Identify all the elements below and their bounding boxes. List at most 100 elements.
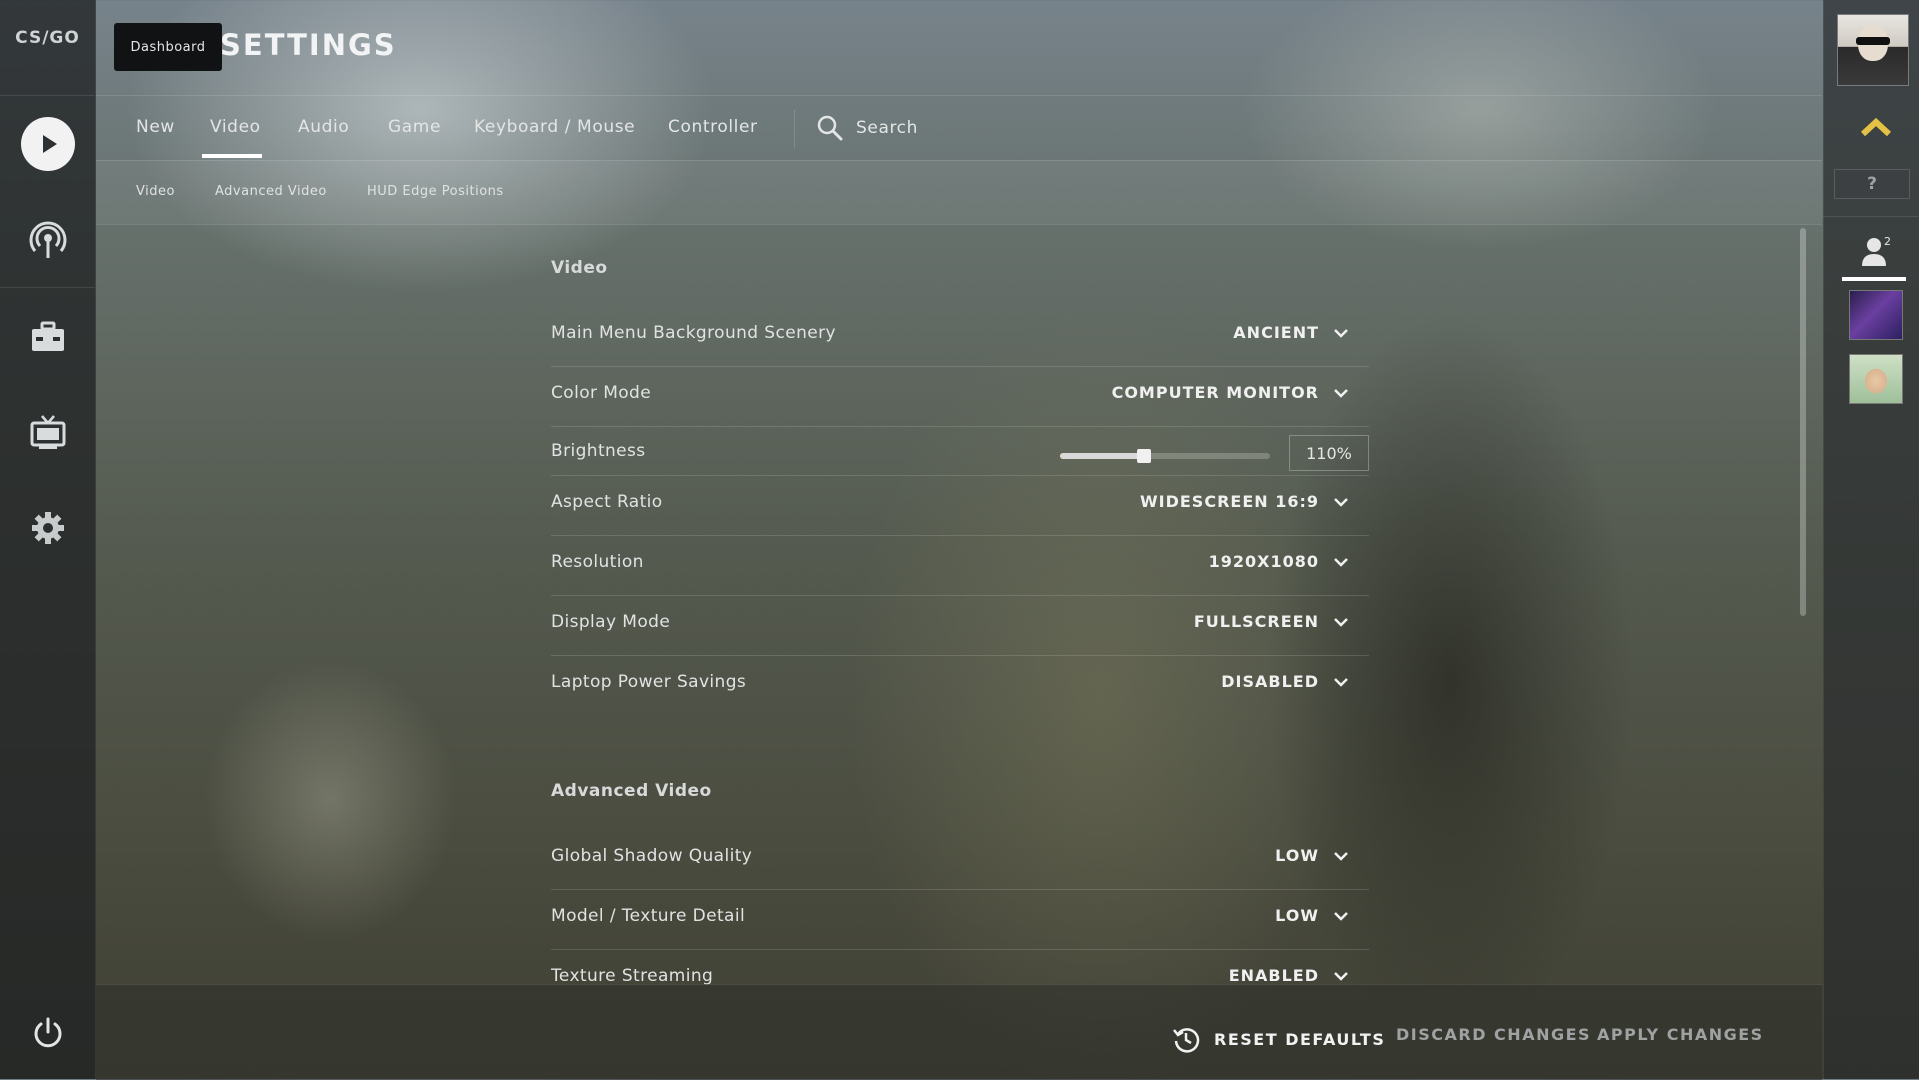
- help-button[interactable]: ?: [1834, 169, 1910, 199]
- setting-dropdown[interactable]: FULLSCREEN: [1194, 612, 1349, 631]
- tab-video[interactable]: Video: [210, 117, 261, 137]
- discard-changes-button[interactable]: DISCARD CHANGES: [1396, 1025, 1591, 1044]
- reset-defaults-button[interactable]: RESET DEFAULTS: [1172, 1025, 1385, 1053]
- active-tab-indicator: [202, 154, 262, 158]
- discard-changes-label: DISCARD CHANGES: [1396, 1025, 1592, 1044]
- gear-icon: [31, 512, 64, 544]
- subtab-bar: [96, 160, 1822, 224]
- setting-label: Color Mode: [551, 383, 652, 403]
- setting-dropdown[interactable]: ENABLED: [1229, 966, 1349, 985]
- brightness-slider[interactable]: [1060, 449, 1270, 463]
- setting-dropdown[interactable]: LOW: [1275, 846, 1349, 865]
- power-icon: [34, 1017, 61, 1048]
- csgo-logo[interactable]: CS/GO: [0, 28, 95, 48]
- dropdown-value: 1920X1080: [1208, 552, 1319, 571]
- setting-label: Global Shadow Quality: [551, 846, 753, 866]
- setting-row: Model / Texture Detail LOW: [551, 890, 1369, 950]
- dropdown-value: WIDESCREEN 16:9: [1139, 492, 1319, 511]
- search-icon: [817, 115, 843, 141]
- chevron-down-icon: [1334, 971, 1348, 981]
- tab-controller[interactable]: Controller: [668, 117, 758, 137]
- subtab-advanced-video[interactable]: Advanced Video: [215, 184, 327, 199]
- setting-row: Brightness 110%: [551, 427, 1369, 476]
- section-title-video: Video: [551, 258, 608, 278]
- page-title: SETTINGS: [220, 28, 397, 62]
- settings-button[interactable]: [0, 493, 95, 563]
- setting-dropdown[interactable]: LOW: [1275, 906, 1349, 925]
- subtab-divider-top: [96, 160, 1822, 161]
- rail-divider: [0, 287, 95, 288]
- subtab-hud-edge-positions[interactable]: HUD Edge Positions: [367, 184, 504, 199]
- inventory-button[interactable]: [0, 302, 95, 372]
- dropdown-value: ENABLED: [1228, 966, 1319, 985]
- search-label: Search: [856, 118, 919, 138]
- setting-label: Brightness: [551, 441, 646, 461]
- setting-label: Aspect Ratio: [551, 492, 663, 512]
- friend-avatar[interactable]: [1849, 354, 1903, 404]
- chevron-up-icon: [1860, 117, 1892, 137]
- tab-keyboard-mouse[interactable]: Keyboard / Mouse: [474, 117, 635, 137]
- friend-count: 2: [1884, 235, 1891, 248]
- chevron-down-icon: [1334, 497, 1348, 507]
- setting-row: Resolution 1920X1080: [551, 536, 1369, 596]
- tv-icon: [30, 415, 65, 449]
- setting-row: Laptop Power Savings DISABLED: [551, 656, 1369, 715]
- chevron-down-icon: [1334, 328, 1348, 338]
- tab-separator: [794, 110, 795, 148]
- setting-dropdown[interactable]: COMPUTER MONITOR: [1112, 383, 1349, 402]
- content-scrollbar[interactable]: [1800, 228, 1806, 616]
- dropdown-value: LOW: [1275, 906, 1319, 925]
- setting-row: Global Shadow Quality LOW: [551, 830, 1369, 890]
- apply-changes-label: APPLY CHANGES: [1597, 1025, 1764, 1044]
- chevron-down-icon: [1334, 851, 1348, 861]
- play-button[interactable]: [0, 109, 95, 179]
- setting-dropdown[interactable]: DISABLED: [1221, 672, 1349, 691]
- dropdown-value: COMPUTER MONITOR: [1111, 383, 1319, 402]
- chevron-down-icon: [1334, 911, 1348, 921]
- power-button[interactable]: [0, 998, 95, 1068]
- friends-tab-indicator: [1842, 277, 1906, 281]
- setting-row: Aspect Ratio WIDESCREEN 16:9: [551, 476, 1369, 536]
- slider-thumb[interactable]: [1137, 449, 1151, 463]
- antenna-icon: [29, 221, 66, 258]
- setting-dropdown[interactable]: WIDESCREEN 16:9: [1140, 492, 1349, 511]
- dropdown-value: DISABLED: [1221, 672, 1319, 691]
- dashboard-tooltip: Dashboard: [114, 23, 222, 71]
- search-button[interactable]: Search: [816, 114, 918, 142]
- setting-label: Display Mode: [551, 612, 671, 632]
- apply-changes-button[interactable]: APPLY CHANGES: [1597, 1025, 1764, 1044]
- history-icon: [1173, 1028, 1200, 1053]
- right-rail-divider: [1823, 216, 1919, 217]
- rank-button[interactable]: [1860, 116, 1892, 142]
- setting-label: Resolution: [551, 552, 644, 572]
- dropdown-value: ANCIENT: [1233, 323, 1319, 342]
- reset-defaults-label: RESET DEFAULTS: [1214, 1029, 1386, 1049]
- briefcase-icon: [31, 321, 64, 351]
- play-icon: [20, 117, 75, 171]
- setting-dropdown[interactable]: 1920X1080: [1209, 552, 1349, 571]
- friends-icon: [1862, 238, 1886, 266]
- friends-button[interactable]: 2: [1842, 232, 1906, 280]
- setting-label: Model / Texture Detail: [551, 906, 746, 926]
- rail-divider: [0, 95, 95, 96]
- setting-label: Laptop Power Savings: [551, 672, 747, 692]
- subtab-video[interactable]: Video: [136, 184, 175, 199]
- setting-dropdown[interactable]: ANCIENT: [1233, 323, 1349, 342]
- friend-avatar[interactable]: [1849, 290, 1903, 340]
- tab-audio[interactable]: Audio: [298, 117, 349, 137]
- subtab-divider-bottom: [96, 224, 1822, 225]
- watch-button[interactable]: [0, 397, 95, 467]
- setting-row: Main Menu Background Scenery ANCIENT: [551, 307, 1369, 367]
- tab-new[interactable]: New: [136, 117, 175, 137]
- section-title-advanced-video: Advanced Video: [551, 781, 712, 801]
- slider-fill: [1060, 453, 1144, 459]
- tab-game[interactable]: Game: [388, 117, 441, 137]
- dropdown-value: FULLSCREEN: [1193, 612, 1319, 631]
- watch-streams-button[interactable]: [0, 205, 95, 275]
- brightness-value-input[interactable]: 110%: [1289, 435, 1369, 471]
- chevron-down-icon: [1334, 557, 1348, 567]
- player-avatar[interactable]: [1837, 14, 1909, 86]
- setting-row: Display Mode FULLSCREEN: [551, 596, 1369, 656]
- setting-label: Main Menu Background Scenery: [551, 323, 836, 343]
- dropdown-value: LOW: [1275, 846, 1319, 865]
